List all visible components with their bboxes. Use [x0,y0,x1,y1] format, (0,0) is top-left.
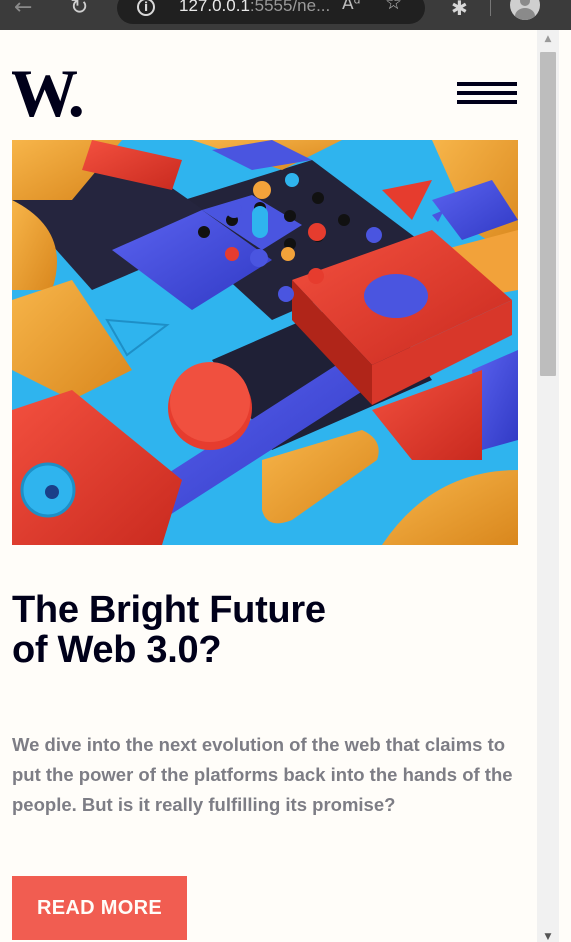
read-more-button[interactable]: READ MORE [12,876,187,940]
page: W. The Bright Future of Web 3.0? We dive… [0,30,537,942]
extensions-icon[interactable]: ✱ [451,0,468,20]
back-arrow-icon[interactable]: ← [14,0,32,22]
article-description: We dive into the next evolution of the w… [12,734,513,815]
browser-toolbar: ← ↻ i 127.0.0.1:5555/ne... Aᵈ ☆ ✱ [0,0,571,30]
profile-avatar-icon[interactable] [510,0,540,20]
address-bar[interactable]: i 127.0.0.1:5555/ne... Aᵈ ☆ [117,0,425,24]
url-text[interactable]: 127.0.0.1:5555/ne... [179,0,330,16]
site-logo[interactable]: W. [12,66,94,122]
logo-text: W. [12,66,83,122]
vertical-scrollbar[interactable]: ▲ ▼ [537,30,559,942]
hamburger-menu-icon[interactable] [457,82,517,112]
scrollbar-thumb[interactable] [540,52,556,376]
hero-image [12,140,518,545]
scroll-down-arrow-icon[interactable]: ▼ [537,932,559,942]
add-favorite-icon[interactable]: ☆ [385,0,402,14]
article-title: The Bright Future of Web 3.0? [12,589,326,671]
toolbar-divider [490,0,491,16]
scroll-up-arrow-icon[interactable]: ▲ [537,34,559,44]
read-aloud-icon[interactable]: Aᵈ [342,0,361,14]
info-icon[interactable]: i [137,0,155,16]
reload-icon[interactable]: ↻ [70,0,88,22]
page-gutter [559,30,571,942]
